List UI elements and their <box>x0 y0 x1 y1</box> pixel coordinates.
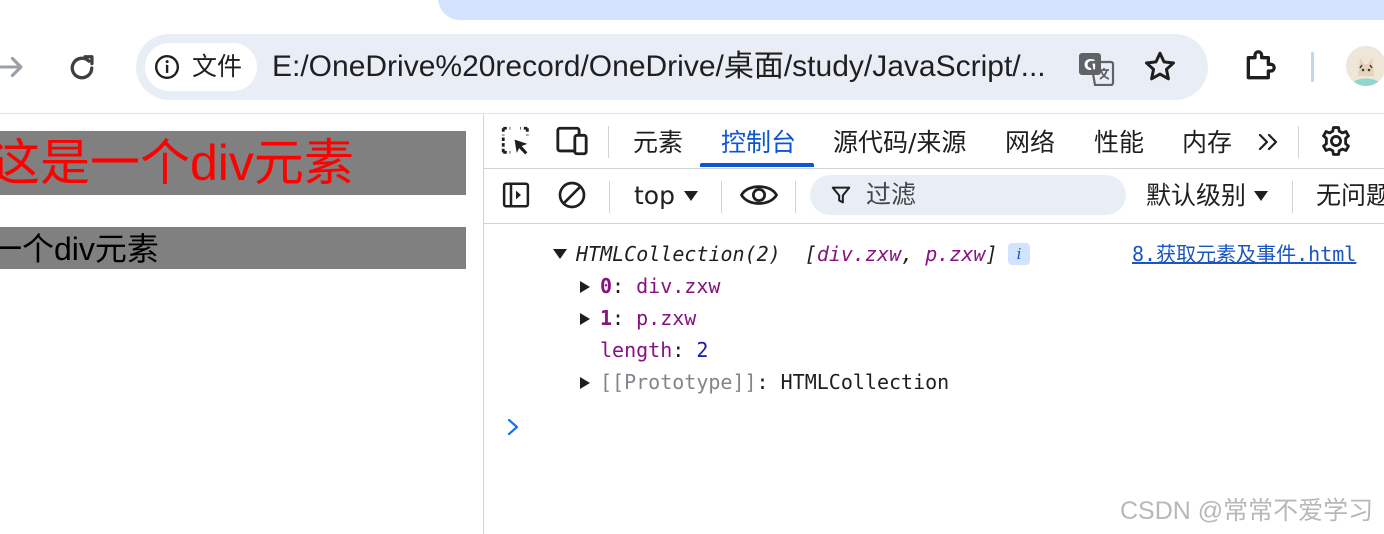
expand-triangle-right-icon[interactable] <box>579 376 591 390</box>
tab-memory[interactable]: 内存 <box>1182 128 1232 158</box>
live-expression-eye-icon[interactable] <box>739 180 779 210</box>
context-dropdown-caret-icon[interactable] <box>683 190 699 202</box>
clear-console-icon[interactable] <box>556 179 588 211</box>
settings-gear-icon[interactable] <box>1319 124 1353 158</box>
summary-bracket-close: ] <box>985 242 998 266</box>
reload-icon[interactable] <box>64 50 100 86</box>
avatar[interactable] <box>1346 46 1384 86</box>
more-tabs-chevron-icon[interactable] <box>1256 130 1282 154</box>
translate-icon[interactable]: G <box>1077 50 1115 86</box>
console-log-summary[interactable]: HTMLCollection(2) [div.zxw, p.zxw] <box>576 242 998 266</box>
tab-elements[interactable]: 元素 <box>633 128 683 158</box>
tab-sources[interactable]: 源代码/来源 <box>833 128 966 158</box>
toolbar-divider <box>721 181 722 213</box>
tabbar-divider <box>608 126 609 158</box>
filter-funnel-icon <box>831 186 851 204</box>
svg-text:G: G <box>1084 56 1096 74</box>
length-value: 2 <box>696 338 709 362</box>
device-toolbar-icon[interactable] <box>555 124 589 158</box>
expand-triangle-right-icon[interactable] <box>579 312 591 326</box>
entry-separator: : <box>612 306 637 330</box>
entry-separator: : <box>612 274 637 298</box>
prototype-key: [[Prototype]] <box>600 370 757 394</box>
prototype-separator: : <box>756 370 781 394</box>
p-box-text: 一个div元素 <box>0 231 159 267</box>
issues-counter[interactable]: 无问题 <box>1316 181 1384 211</box>
tab-network[interactable]: 网络 <box>1005 128 1055 158</box>
context-selector[interactable]: top <box>634 181 675 211</box>
summary-item: div.zxw <box>816 242 902 266</box>
entry-value: div.zxw <box>636 274 721 298</box>
info-icon <box>154 54 180 80</box>
toolbar-divider <box>609 181 610 213</box>
watermark: CSDN @常常不爱学习 <box>1120 497 1374 525</box>
expand-triangle-right-icon[interactable] <box>579 280 591 294</box>
console-length-row: length: 2 <box>600 338 708 362</box>
entry-key: 0 <box>600 274 613 298</box>
summary-bracket-open: [ <box>804 242 817 266</box>
expand-triangle-down-icon[interactable] <box>552 248 568 260</box>
source-link[interactable]: 8.获取元素及事件.html <box>1132 238 1356 267</box>
summary-separator: , <box>901 242 914 266</box>
inspect-element-icon[interactable] <box>499 124 533 158</box>
summary-item: p.zxw <box>925 242 986 266</box>
active-tab-indicator <box>700 163 814 167</box>
tab-performance[interactable]: 性能 <box>1094 128 1144 158</box>
console-entry-row[interactable]: 1: p.zxw <box>600 306 696 330</box>
site-info-label: 文件 <box>192 52 243 81</box>
forward-arrow-icon[interactable] <box>0 50 28 84</box>
tab-strip <box>438 0 1384 20</box>
tabbar-divider <box>1298 126 1299 158</box>
prototype-value: HTMLCollection <box>780 370 950 394</box>
length-separator: : <box>672 338 697 362</box>
toolbar-divider <box>1292 181 1293 213</box>
div-box-text: 这是一个div元素 <box>0 135 354 191</box>
log-level-caret-icon[interactable] <box>1253 190 1269 202</box>
log-level-selector[interactable]: 默认级别 <box>1146 181 1246 211</box>
length-key: length <box>600 338 673 362</box>
info-badge[interactable]: i <box>1008 243 1030 265</box>
filter-input[interactable] <box>810 175 1126 215</box>
tab-console[interactable]: 控制台 <box>721 128 796 158</box>
toolbar-divider <box>795 181 796 213</box>
toolbar-divider <box>1311 52 1314 82</box>
console-entry-row[interactable]: 0: div.zxw <box>600 274 720 298</box>
filter-placeholder: 过滤 <box>866 180 917 209</box>
extensions-puzzle-icon[interactable] <box>1240 46 1280 86</box>
entry-key: 1 <box>600 306 613 330</box>
console-prompt-chevron-icon[interactable] <box>506 418 520 436</box>
url-text[interactable]: E:/OneDrive%20record/OneDrive/桌面/study/J… <box>272 48 1062 86</box>
bookmark-star-icon[interactable] <box>1142 49 1178 85</box>
entry-value: p.zxw <box>636 306 697 330</box>
sidebar-toggle-icon[interactable] <box>501 180 531 210</box>
summary-type: HTMLCollection(2) <box>576 242 781 266</box>
console-prototype-row[interactable]: [[Prototype]]: HTMLCollection <box>600 370 949 394</box>
